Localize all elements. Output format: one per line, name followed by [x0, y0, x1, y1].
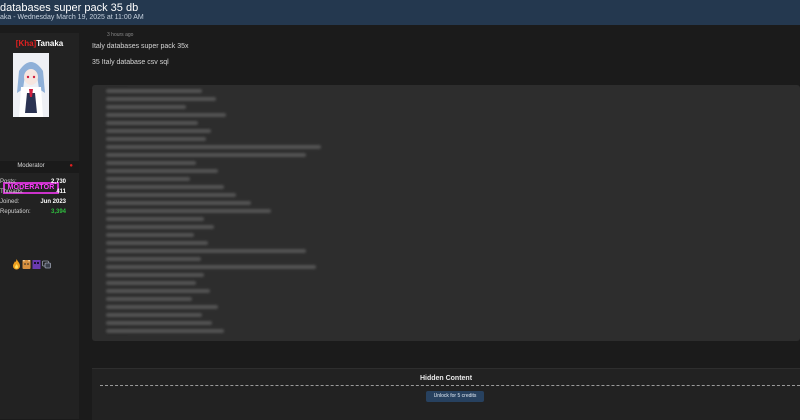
stat-value[interactable]: 2,730 [51, 179, 66, 185]
redacted-line [106, 153, 306, 157]
redacted-line [106, 249, 306, 253]
post-text-line: 35 Italy database csv sql [92, 59, 169, 66]
redacted-line [106, 129, 211, 133]
redacted-line [106, 145, 321, 149]
redacted-line [106, 217, 204, 221]
redacted-line [106, 225, 214, 229]
redacted-line [106, 241, 208, 245]
redacted-line [106, 281, 196, 285]
post-text-line: Italy databases super pack 35x [92, 43, 189, 50]
redacted-line [106, 305, 218, 309]
chat-icon[interactable] [42, 259, 51, 270]
stat-joined: Joined: Jun 2023 [0, 199, 66, 209]
stat-reputation: Reputation: 3,394 [0, 209, 66, 219]
role-indicator-icon: ● [69, 163, 73, 169]
stat-label: Posts: [0, 179, 17, 185]
thread-header: databases super pack 35 db aka - Wednesd… [0, 0, 800, 25]
avatar[interactable] [13, 53, 49, 117]
code-block [92, 85, 800, 341]
redacted-line [106, 257, 201, 261]
stat-posts: Posts: 2,730 [0, 179, 66, 189]
username-tag: [Kha] [15, 39, 37, 48]
redacted-line [106, 113, 226, 117]
redacted-line [106, 97, 216, 101]
redacted-line [106, 169, 218, 173]
stat-threads: Threads: 411 [0, 189, 66, 199]
redacted-line [106, 209, 271, 213]
hidden-content-title: Hidden Content [419, 375, 473, 382]
redacted-line [106, 297, 192, 301]
unlock-button[interactable]: Unlock for 5 credits [426, 391, 484, 402]
stat-label: Reputation: [0, 209, 31, 215]
user-role: Moderator [17, 163, 45, 169]
redacted-line [106, 265, 316, 269]
stat-label: Threads: [0, 189, 24, 195]
user-sidebar: [Kha]Tanaka Moderator ● MODERATOR Posts:… [0, 33, 79, 419]
thread-title: databases super pack 35 db [0, 2, 139, 14]
stat-value[interactable]: 3,394 [51, 209, 66, 215]
stat-label: Joined: [0, 199, 20, 205]
hidden-content-box: Hidden Content Unlock for 5 credits [92, 368, 800, 420]
redacted-line [106, 121, 198, 125]
redacted-line [106, 273, 204, 277]
redacted-line [106, 177, 190, 181]
divider [100, 385, 800, 386]
stat-value: Jun 2023 [40, 199, 66, 205]
redacted-line [106, 161, 196, 165]
redacted-line [106, 329, 224, 333]
stat-value[interactable]: 411 [56, 189, 66, 195]
redacted-line [106, 321, 212, 325]
role-bar: Moderator ● [0, 161, 79, 173]
fire-icon[interactable] [12, 259, 21, 270]
post-timestamp: 3 hours ago [107, 32, 134, 38]
redacted-line [106, 201, 251, 205]
cat-icon[interactable] [22, 259, 31, 270]
thread-meta: aka - Wednesday March 19, 2025 at 11:00 … [0, 14, 144, 21]
username[interactable]: [Kha]Tanaka [0, 39, 79, 48]
redacted-line [106, 289, 210, 293]
redacted-line [106, 105, 186, 109]
redacted-line [106, 193, 236, 197]
redacted-line [106, 89, 202, 93]
redacted-line [106, 233, 194, 237]
redacted-line [106, 137, 206, 141]
redacted-line [106, 313, 202, 317]
username-name: Tanaka [36, 39, 64, 48]
redacted-line [106, 185, 224, 189]
box-icon[interactable] [32, 259, 41, 270]
